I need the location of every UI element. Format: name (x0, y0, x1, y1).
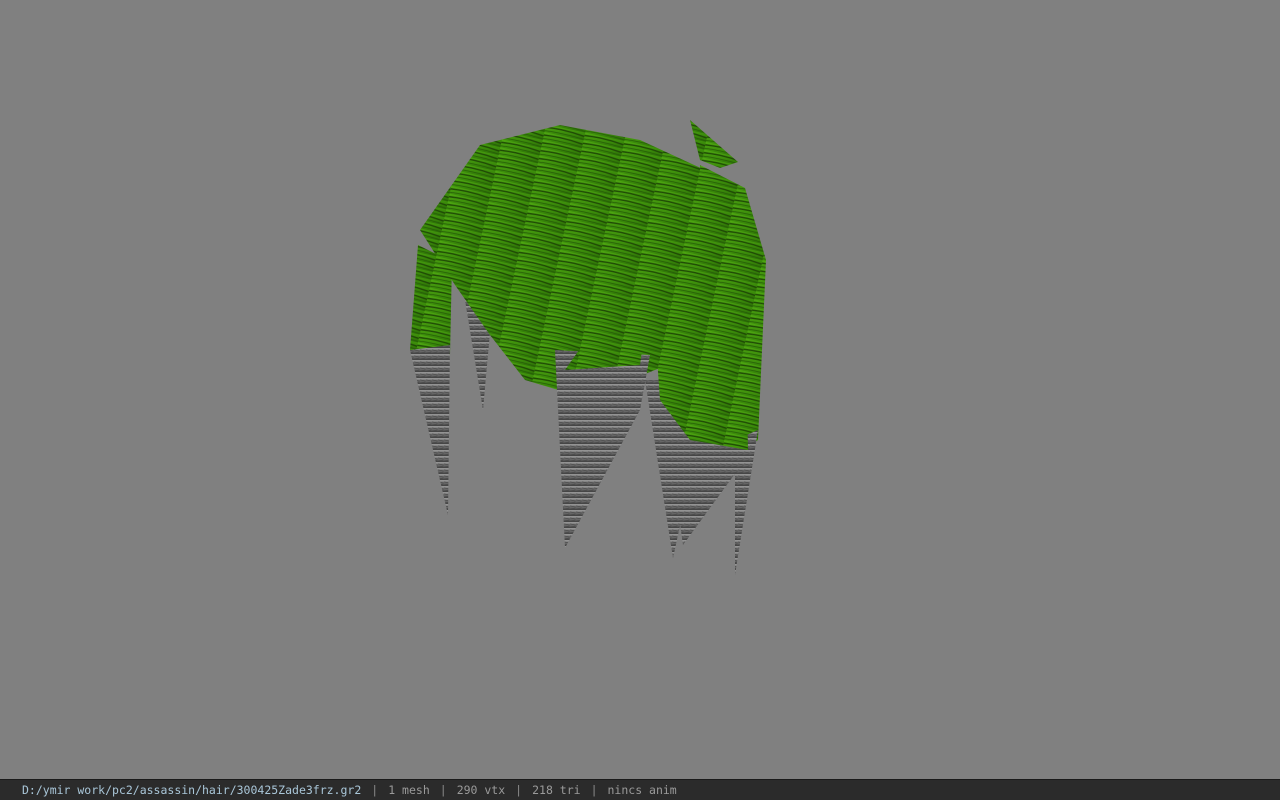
separator: | (371, 783, 379, 797)
vertex-count: 290 vtx (456, 783, 506, 797)
separator: | (439, 783, 447, 797)
separator: | (590, 783, 598, 797)
anim-status: nincs anim (607, 783, 677, 797)
file-path: D:/ymir work/pc2/assassin/hair/300425Zad… (22, 783, 362, 797)
3d-viewport[interactable] (0, 0, 1280, 779)
hair-strand-left (410, 245, 452, 515)
status-bar: D:/ymir work/pc2/assassin/hair/300425Zad… (0, 779, 1280, 800)
hair-model-render[interactable] (0, 0, 1280, 779)
mesh-count: 1 mesh (388, 783, 430, 797)
triangle-count: 218 tri (532, 783, 581, 797)
separator: | (515, 783, 523, 797)
